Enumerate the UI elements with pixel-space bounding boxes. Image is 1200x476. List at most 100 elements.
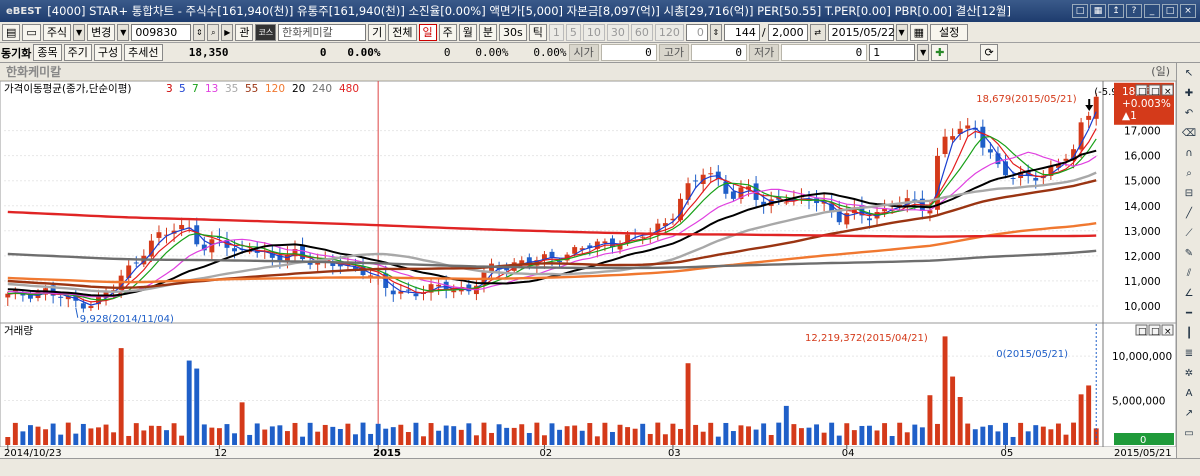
text-icon[interactable]: A	[1181, 387, 1197, 401]
period-month-button[interactable]: 월	[458, 23, 477, 41]
volume-bar	[579, 430, 585, 445]
price-tick-label: 12,000	[1124, 251, 1161, 263]
fibonacci-icon[interactable]: ≣	[1181, 347, 1197, 361]
arrow-tool-icon[interactable]: ↗	[1181, 407, 1197, 421]
minute-10-button[interactable]: 10	[582, 23, 605, 41]
zoom-icon[interactable]: ⌕	[1181, 167, 1197, 181]
period-day-button[interactable]: 일	[418, 23, 437, 41]
max-count-input[interactable]: 2,000	[767, 23, 808, 41]
spin-icon[interactable]: ⇕	[709, 23, 722, 41]
magnet-icon[interactable]: ∩	[1181, 147, 1197, 161]
volume-bar	[421, 436, 426, 445]
chart-type-icon[interactable]: ▤	[2, 23, 21, 41]
tile-icon[interactable]: ▦	[1090, 4, 1106, 18]
candle-body	[1033, 177, 1039, 181]
minute-60-button[interactable]: 60	[630, 23, 653, 41]
spin-field[interactable]: 1	[869, 44, 916, 61]
chevron-down-icon[interactable]: ▼	[895, 23, 908, 41]
close-icon[interactable]: ×	[1180, 4, 1196, 18]
panel-control-icon: □	[1151, 87, 1160, 97]
spin-up-down-icon[interactable]: ⇕	[193, 23, 206, 41]
candle-body	[942, 136, 948, 154]
volume-bar	[897, 422, 903, 445]
change-button[interactable]: 변경	[87, 23, 116, 41]
trendline-icon[interactable]: ╱	[1181, 207, 1197, 221]
minute-5-button[interactable]: 5	[565, 23, 581, 41]
ma-legend-7: 7	[192, 83, 199, 95]
all-button[interactable]: 전체	[388, 23, 417, 41]
gann-icon[interactable]: ✲	[1181, 367, 1197, 381]
volume-bar	[821, 432, 827, 445]
crosshair-icon[interactable]: ✚	[1181, 87, 1197, 101]
trendline-button[interactable]: 추세선	[124, 44, 163, 61]
stock-code-input[interactable]: 009830	[131, 23, 192, 41]
volume-bar	[874, 430, 880, 445]
compose-button[interactable]: 구성	[93, 44, 123, 61]
restore-icon[interactable]: □	[1072, 4, 1088, 18]
chevron-down-icon[interactable]: ▼	[117, 23, 130, 41]
volume-bar	[1071, 422, 1077, 445]
value-2: 0.00%	[475, 46, 509, 59]
current-volume-value: 0	[1140, 435, 1146, 446]
shapes-icon[interactable]: ▭	[1181, 427, 1197, 441]
volume-bar	[5, 437, 11, 445]
calendar-icon[interactable]: ▦	[909, 23, 929, 41]
ruler-icon[interactable]: ⊟	[1181, 187, 1197, 201]
period-tick-button[interactable]: 틱	[528, 23, 547, 41]
bar-count-input[interactable]: 144	[723, 23, 760, 41]
price-tick-label: 15,000	[1124, 176, 1161, 188]
candle-body	[572, 247, 578, 254]
settings-button[interactable]: 설정	[930, 23, 969, 41]
candle-body	[708, 173, 714, 175]
volume-bar	[12, 422, 18, 445]
pencil-icon[interactable]: ✎	[1181, 247, 1197, 261]
period-week-button[interactable]: 주	[438, 23, 457, 41]
channel-icon[interactable]: ⫽	[1181, 267, 1197, 281]
minute-30-button[interactable]: 30	[606, 23, 629, 41]
candle-body	[1010, 177, 1016, 179]
volume-bar	[678, 428, 683, 445]
date-input[interactable]: 2015/05/22	[827, 23, 895, 41]
x-tick-label: 05	[1001, 448, 1014, 458]
angle-icon[interactable]: ∠	[1181, 287, 1197, 301]
search-icon[interactable]: ⌕	[207, 23, 220, 41]
play-icon[interactable]: ▶	[221, 23, 234, 41]
stock-name-field[interactable]: 한화케미칼	[278, 23, 367, 41]
ray-icon[interactable]: ⟋	[1181, 227, 1197, 241]
volume-bar	[118, 348, 124, 445]
eraser-icon[interactable]: ⌫	[1181, 127, 1197, 141]
drawing-tools-sidebar: ↖ ✚ ↶ ⌫ ∩ ⌕ ⊟ ╱ ⟋ ✎ ⫽ ∠ ━ ┃ ≣ ✲ A ↗ ▭	[1176, 63, 1200, 458]
refresh-icon[interactable]: ⟳	[980, 44, 998, 61]
chart-area[interactable]: 17,000 16,000 15,000 14,000 13,000 12,000 11,0…	[0, 81, 1176, 458]
stock-button[interactable]: 종목	[33, 44, 62, 61]
volume-bar	[126, 435, 132, 445]
add-icon[interactable]: ✚	[931, 44, 949, 61]
market-select[interactable]: 주식	[42, 23, 72, 41]
minute-1-button[interactable]: 1	[548, 23, 564, 41]
volume-bar	[496, 424, 502, 445]
minimize-icon[interactable]: _	[1144, 4, 1160, 18]
vline-icon[interactable]: ┃	[1181, 327, 1197, 341]
screen-icon[interactable]: ▭	[22, 23, 41, 41]
relation-button[interactable]: 관	[235, 23, 254, 41]
volume-tick-label: 5,000,000	[1112, 396, 1165, 408]
interval-input[interactable]: 0	[685, 23, 708, 41]
period-30s-button[interactable]: 30s	[499, 23, 527, 41]
period-minute-button[interactable]: 분	[478, 23, 498, 41]
refresh-zoom-icon[interactable]: ⇄	[809, 23, 826, 41]
gi-button[interactable]: 기	[368, 23, 387, 41]
cursor-icon[interactable]: ↖	[1181, 67, 1197, 81]
maximize-icon[interactable]: □	[1162, 4, 1178, 18]
period-button[interactable]: 주기	[63, 44, 92, 61]
minute-120-button[interactable]: 120	[654, 23, 684, 41]
x-tick-label: 2015	[373, 448, 401, 458]
current-price: 18,350	[188, 46, 229, 59]
chevron-down-icon[interactable]: ▼	[73, 23, 86, 41]
hline-icon[interactable]: ━	[1181, 307, 1197, 321]
volume-bar	[723, 422, 729, 445]
pin-icon[interactable]: ↥	[1108, 4, 1124, 18]
undo-icon[interactable]: ↶	[1181, 107, 1197, 121]
chevron-down-icon[interactable]: ▼	[917, 44, 930, 61]
volume-bar	[610, 431, 615, 445]
help-icon[interactable]: ?	[1126, 4, 1142, 18]
